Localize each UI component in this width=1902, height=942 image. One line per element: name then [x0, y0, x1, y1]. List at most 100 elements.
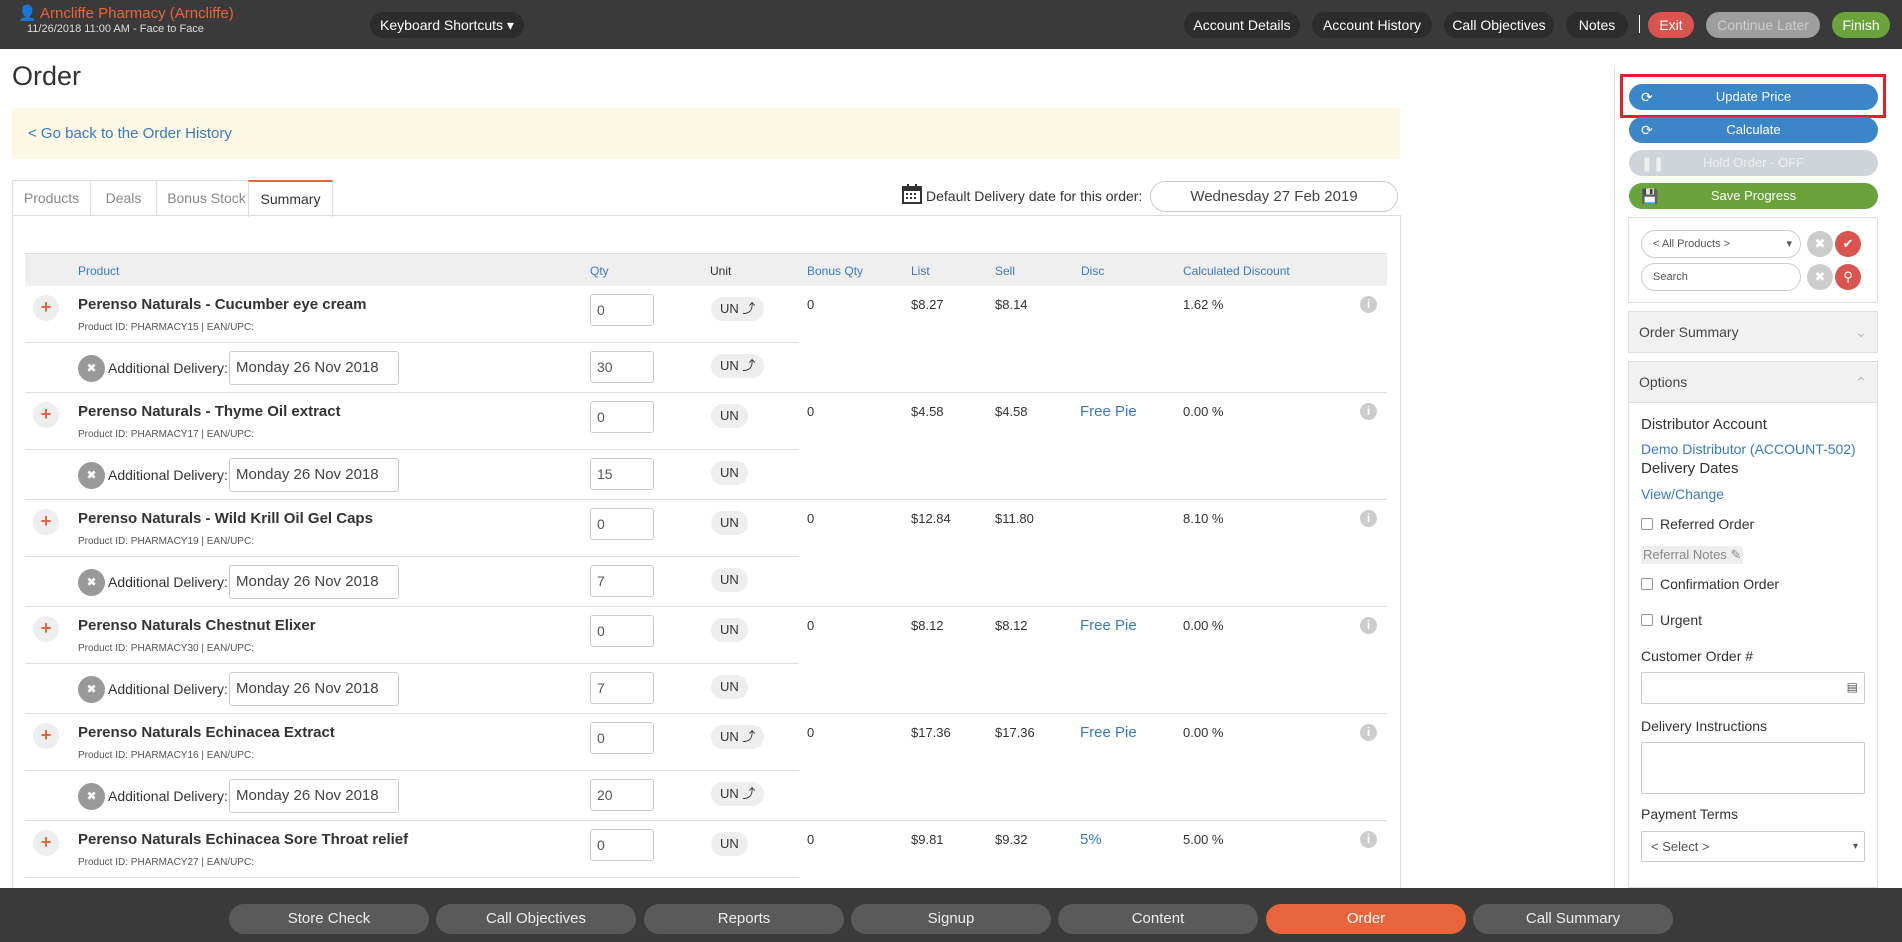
calculate-button[interactable]: ⟳ Calculate — [1629, 117, 1878, 143]
info-icon[interactable]: i — [1360, 724, 1377, 741]
product-filter-select[interactable]: < All Products > ▾ — [1641, 230, 1801, 258]
additional-delivery-date[interactable]: Monday 26 Nov 2018 — [229, 351, 399, 385]
discount-link[interactable]: Free Pie — [1080, 403, 1137, 420]
remove-delivery-button[interactable]: ✖ — [78, 462, 105, 489]
discount-link[interactable]: Free Pie — [1080, 724, 1137, 741]
nav-call-summary[interactable]: Call Summary — [1473, 904, 1673, 934]
nav-store-check[interactable]: Store Check — [229, 904, 429, 934]
account-name[interactable]: 👤 Arncliffe Pharmacy (Arncliffe) — [18, 6, 234, 22]
back-to-order-history-link[interactable]: < Go back to the Order History — [28, 125, 232, 142]
additional-unit-selector[interactable]: UN — [711, 568, 748, 592]
calculated-discount: 0.00 % — [1183, 404, 1224, 419]
additional-qty-input[interactable]: 30 — [590, 351, 654, 383]
col-qty[interactable]: Qty — [590, 264, 609, 278]
confirmation-order-checkbox[interactable] — [1641, 578, 1653, 590]
qty-input[interactable]: 0 — [590, 401, 654, 433]
qty-input[interactable]: 0 — [590, 829, 654, 861]
search-input[interactable]: Search — [1641, 263, 1801, 291]
expand-row-button[interactable]: + — [33, 830, 59, 856]
account-history-button[interactable]: Account History — [1312, 12, 1432, 38]
qty-input[interactable]: 0 — [590, 615, 654, 647]
unit-selector[interactable]: UN — [711, 618, 748, 642]
nav-signup[interactable]: Signup — [851, 904, 1051, 934]
discount-link[interactable]: 5% — [1080, 831, 1102, 848]
referred-order-checkbox[interactable] — [1641, 518, 1653, 530]
referral-notes-button[interactable]: Referral Notes ✎ — [1641, 546, 1744, 564]
call-objectives-button[interactable]: Call Objectives — [1444, 12, 1554, 38]
additional-delivery-date[interactable]: Monday 26 Nov 2018 — [229, 779, 399, 813]
additional-delivery-date[interactable]: Monday 26 Nov 2018 — [229, 565, 399, 599]
continue-later-button[interactable]: Continue Later — [1706, 12, 1820, 38]
additional-qty-input[interactable]: 7 — [590, 565, 654, 597]
col-list[interactable]: List — [911, 264, 930, 278]
remove-delivery-button[interactable]: ✖ — [78, 676, 105, 703]
order-summary-accordion[interactable]: Order Summary ⌄ — [1628, 311, 1878, 353]
options-accordion[interactable]: Options ⌃ — [1628, 361, 1878, 403]
additional-delivery-date[interactable]: Monday 26 Nov 2018 — [229, 458, 399, 492]
view-change-link[interactable]: View/Change — [1641, 486, 1724, 502]
apply-filter-button[interactable]: ✔ — [1835, 231, 1861, 257]
clear-search-button[interactable]: ✖ — [1807, 264, 1833, 290]
tab-summary[interactable]: Summary — [248, 180, 333, 217]
col-product[interactable]: Product — [78, 264, 119, 278]
clear-filter-button[interactable]: ✖ — [1807, 231, 1833, 257]
nav-reports[interactable]: Reports — [644, 904, 844, 934]
additional-qty-input[interactable]: 20 — [590, 779, 654, 811]
exit-button[interactable]: Exit — [1648, 12, 1694, 38]
unit-selector[interactable]: UN ⤴ — [711, 725, 765, 749]
nav-content[interactable]: Content — [1058, 904, 1258, 934]
info-icon[interactable]: i — [1360, 617, 1377, 634]
qty-input[interactable]: 0 — [590, 722, 654, 754]
payment-terms-select[interactable]: < Select > ▾ — [1641, 831, 1865, 862]
info-icon[interactable]: i — [1360, 510, 1377, 527]
info-icon[interactable]: i — [1360, 403, 1377, 420]
product-id: Product ID: PHARMACY30 | EAN/UPC: — [78, 643, 254, 654]
qty-input[interactable]: 0 — [590, 508, 654, 540]
col-calculated-discount[interactable]: Calculated Discount — [1183, 264, 1290, 278]
additional-unit-selector[interactable]: UN — [711, 675, 748, 699]
finish-button[interactable]: Finish — [1832, 12, 1890, 38]
notes-button[interactable]: Notes — [1566, 12, 1628, 38]
additional-qty-input[interactable]: 7 — [590, 672, 654, 704]
tab-products[interactable]: Products — [12, 180, 91, 216]
col-disc[interactable]: Disc — [1081, 264, 1104, 278]
remove-delivery-button[interactable]: ✖ — [78, 569, 105, 596]
nav-call-objectives[interactable]: Call Objectives — [436, 904, 636, 934]
keyboard-shortcuts-button[interactable]: Keyboard Shortcuts ▾ — [370, 12, 524, 38]
remove-delivery-button[interactable]: ✖ — [78, 355, 105, 382]
expand-row-button[interactable]: + — [33, 509, 59, 535]
tab-deals[interactable]: Deals — [90, 180, 157, 216]
unit-selector[interactable]: UN — [711, 404, 748, 428]
expand-row-button[interactable]: + — [33, 616, 59, 642]
qty-input[interactable]: 0 — [590, 294, 654, 326]
additional-unit-selector[interactable]: UN ⤴ — [711, 782, 765, 806]
expand-row-button[interactable]: + — [33, 295, 59, 321]
info-icon[interactable]: i — [1360, 296, 1377, 313]
additional-unit-selector[interactable]: UN — [711, 461, 748, 485]
info-icon[interactable]: i — [1360, 831, 1377, 848]
customer-order-input[interactable]: ▤ — [1641, 672, 1865, 704]
col-bonus-qty[interactable]: Bonus Qty — [807, 264, 863, 278]
additional-delivery-date[interactable]: Monday 26 Nov 2018 — [229, 672, 399, 706]
save-progress-button[interactable]: 💾 Save Progress — [1629, 183, 1878, 209]
urgent-checkbox[interactable] — [1641, 614, 1653, 626]
account-details-button[interactable]: Account Details — [1184, 12, 1300, 38]
update-price-button[interactable]: ⟳ Update Price — [1629, 84, 1878, 110]
hold-order-button[interactable]: ❚❚ Hold Order - OFF — [1629, 150, 1878, 176]
expand-row-button[interactable]: + — [33, 723, 59, 749]
unit-selector[interactable]: UN — [711, 511, 748, 535]
remove-delivery-button[interactable]: ✖ — [78, 783, 105, 810]
distributor-account-link[interactable]: Demo Distributor (ACCOUNT-502) — [1641, 441, 1856, 457]
search-button[interactable]: ⚲ — [1835, 264, 1861, 290]
default-delivery-date-field[interactable]: Wednesday 27 Feb 2019 — [1150, 181, 1398, 212]
delivery-instructions-textarea[interactable] — [1641, 742, 1865, 794]
discount-link[interactable]: Free Pie — [1080, 617, 1137, 634]
additional-unit-selector[interactable]: UN ⤴ — [711, 354, 765, 378]
nav-order[interactable]: Order — [1266, 904, 1466, 934]
tab-bonus-stock[interactable]: Bonus Stock — [156, 180, 257, 216]
unit-selector[interactable]: UN ⤴ — [711, 297, 765, 321]
additional-qty-input[interactable]: 15 — [590, 458, 654, 490]
unit-selector[interactable]: UN — [711, 832, 748, 856]
col-sell[interactable]: Sell — [995, 264, 1015, 278]
expand-row-button[interactable]: + — [33, 402, 59, 428]
